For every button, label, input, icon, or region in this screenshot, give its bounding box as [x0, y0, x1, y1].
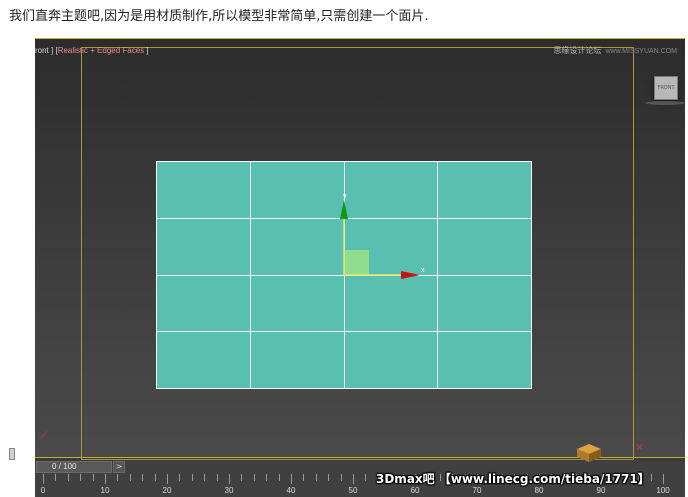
- timeline-tick: [353, 474, 354, 484]
- timeline-tick: [266, 474, 268, 481]
- timeline-tick-label: 50: [348, 486, 358, 495]
- current-frame-marker[interactable]: [9, 448, 15, 460]
- timeline-tick-label: 40: [286, 486, 296, 495]
- viewport-name[interactable]: ront ] [: [35, 46, 58, 55]
- move-gizmo[interactable]: y x: [157, 162, 533, 390]
- x-axis-arrow-icon[interactable]: [401, 271, 420, 279]
- timeline-tick-label: 20: [162, 486, 172, 495]
- timeline-tick: [105, 474, 106, 484]
- timeline-tick: [278, 474, 280, 481]
- timeline-tick: [303, 474, 305, 481]
- timeline-tick: [142, 474, 144, 481]
- timeline-tick: [154, 474, 156, 481]
- timeline-tick: [241, 474, 243, 481]
- xy-plane-handle[interactable]: [344, 250, 369, 275]
- watermark-top-right: 思缘设计论坛 www.MISSYUAN.COM: [553, 45, 677, 56]
- y-axis-arrow-icon[interactable]: [340, 200, 348, 219]
- timeline-tick: [340, 474, 342, 481]
- box-logo-icon: [577, 444, 601, 462]
- forum-watermark: 3Dmax吧 【www.linecg.com/tieba/1771】: [376, 472, 650, 486]
- timeline-tick: [229, 474, 230, 484]
- timeline-tick: [129, 474, 131, 481]
- time-slider[interactable]: 0 / 100: [36, 461, 112, 473]
- y-axis-label: y: [343, 193, 347, 200]
- axis-tripod-icon: ⟋: [40, 429, 48, 442]
- x-axis-label: x: [421, 267, 425, 274]
- viewcube-face-label: FRONT: [657, 85, 675, 91]
- timeline-tick: [80, 474, 82, 481]
- viewcube-compass[interactable]: [645, 101, 685, 105]
- timeline-tick: [55, 474, 57, 481]
- timeline-tick: [315, 474, 317, 481]
- timeline-tick-label: 30: [224, 486, 234, 495]
- timeline-tick-label: 100: [656, 486, 670, 495]
- timeline-tick: [92, 474, 94, 481]
- timeline-tick: [365, 474, 367, 481]
- timeline-tick: [204, 474, 206, 481]
- next-frame-button[interactable]: >: [113, 461, 125, 473]
- timeline-tick-label: 0: [40, 486, 46, 495]
- timeline-tick: [167, 474, 168, 484]
- watermark-site-name: 思缘设计论坛: [553, 46, 602, 55]
- timeline-tick: [216, 474, 218, 481]
- timeline-tick-label: 10: [100, 486, 110, 495]
- timeline-tick: [179, 474, 181, 481]
- corner-logo-icon: ✕: [635, 441, 645, 454]
- timeline-tick-label: 90: [596, 486, 606, 495]
- timeline-tick-label: 70: [472, 486, 482, 495]
- timeline-tick: [650, 474, 652, 481]
- timeline-tick-label: 60: [410, 486, 420, 495]
- timeline-tick: [253, 474, 255, 481]
- timeline-tick: [43, 474, 44, 484]
- timeline-tick: [191, 474, 193, 481]
- front-viewport[interactable]: ront ] [Realistic + Edged Faces ] 思缘设计论坛…: [35, 38, 685, 460]
- shading-mode-label[interactable]: Realistic + Edged Faces: [58, 46, 145, 55]
- viewport-label-end: ]: [144, 46, 149, 55]
- timeline-tick-label: 80: [534, 486, 544, 495]
- plane-object[interactable]: y x: [156, 161, 532, 389]
- timeline-tick: [663, 474, 664, 484]
- article-caption: 我们直奔主题吧,因为是用材质制作,所以模型非常简单,只需创建一个面片.: [9, 9, 429, 24]
- timeline-tick: [117, 474, 119, 481]
- viewcube-icon[interactable]: FRONT: [654, 76, 678, 100]
- viewport-label[interactable]: ront ] [Realistic + Edged Faces ]: [35, 46, 149, 55]
- frame-counter: 0 / 100: [52, 462, 77, 471]
- timeline-tick: [328, 474, 330, 481]
- watermark-site-url: www.MISSYUAN.COM: [605, 48, 677, 55]
- 3dsmax-window: ront ] [Realistic + Edged Faces ] 思缘设计论坛…: [35, 38, 685, 497]
- timeline-tick: [67, 474, 69, 481]
- timeline-tick: [291, 474, 292, 484]
